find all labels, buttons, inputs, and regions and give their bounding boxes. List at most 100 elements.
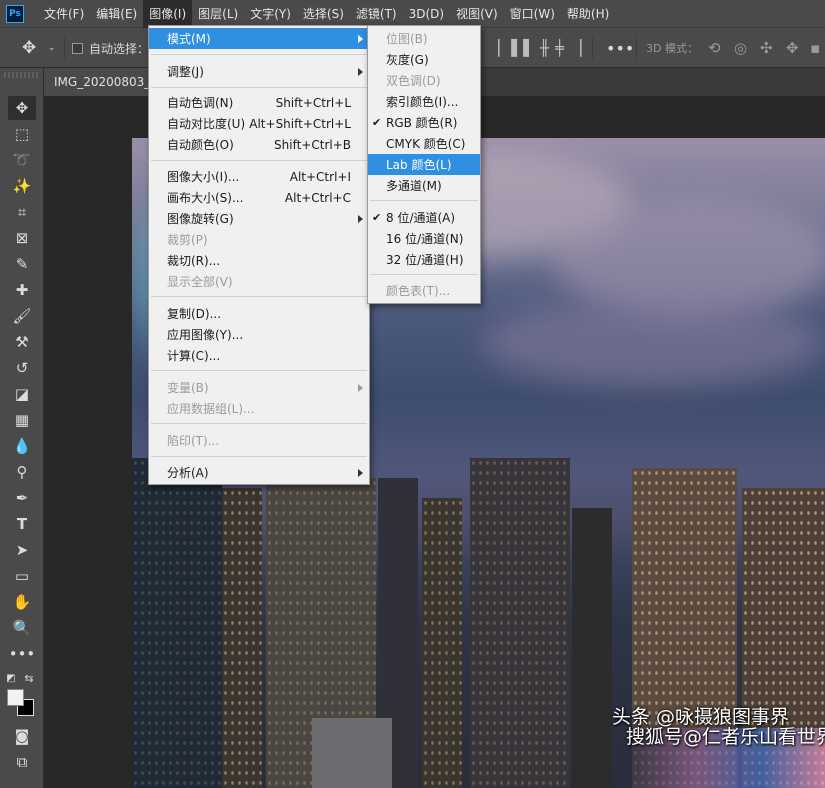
menu-item-label: 自动色调(N) (167, 96, 234, 110)
edit-toolbar-icon[interactable]: ••• (8, 642, 36, 666)
menu-item-label: 显示全部(V) (167, 275, 233, 289)
menu-item-label: 裁切(R)... (167, 254, 221, 268)
menu-item-mode[interactable]: 模式(M) (149, 28, 369, 49)
building (572, 508, 612, 788)
menu-item-label: 复制(D)... (167, 307, 222, 321)
eraser-tool-icon[interactable]: ◪ (8, 382, 36, 406)
menu-item-trap[interactable]: 陷印(T)... (149, 430, 369, 451)
menu-item-label: 自动对比度(U) (167, 117, 246, 131)
frame-tool-icon[interactable]: ⊠ (8, 226, 36, 250)
mode-item-rgb-color[interactable]: ✔ RGB 颜色(R) (368, 112, 480, 133)
move-tool-icon[interactable]: ✥ (8, 96, 36, 120)
menu-type[interactable]: 文字(Y) (244, 0, 297, 28)
menu-image[interactable]: 图像(I) (143, 0, 193, 28)
divider (64, 38, 65, 58)
menu-window[interactable]: 窗口(W) (504, 0, 561, 28)
menu-select[interactable]: 选择(S) (297, 0, 350, 28)
menu-item-auto-tone[interactable]: 自动色调(N) Shift+Ctrl+L (149, 92, 369, 113)
3d-roll-icon[interactable]: ◎ (734, 28, 747, 68)
menu-item-canvas-size[interactable]: 画布大小(S)... Alt+Ctrl+C (149, 187, 369, 208)
brush-tool-icon[interactable]: 🖌 (8, 304, 36, 328)
menu-help[interactable]: 帮助(H) (561, 0, 615, 28)
default-colors-icon[interactable]: ◩ (4, 666, 18, 690)
menu-item-shortcut: Alt+Ctrl+I (289, 169, 351, 184)
3d-pan-icon[interactable]: ✣ (760, 28, 773, 68)
eyedropper-tool-icon[interactable]: ✎ (8, 252, 36, 276)
menu-item-label: 应用图像(Y)... (167, 328, 244, 342)
menu-item-label: 计算(C)... (167, 349, 221, 363)
menu-item-adjustments[interactable]: 调整(J) (149, 61, 369, 82)
lasso-tool-icon[interactable]: ➰ (8, 148, 36, 172)
blur-tool-icon[interactable]: 💧 (8, 434, 36, 458)
history-brush-tool-icon[interactable]: ↺ (8, 356, 36, 380)
auto-select-checkbox[interactable] (72, 42, 83, 54)
menu-item-label: 分析(A) (167, 466, 209, 480)
menu-item-auto-color[interactable]: 自动颜色(O) Shift+Ctrl+B (149, 134, 369, 155)
distribute-icons[interactable]: ╫╪▕ (540, 28, 588, 68)
mode-item-32-bit[interactable]: 32 位/通道(H) (368, 249, 480, 270)
mode-item-8-bit[interactable]: ✔ 8 位/通道(A) (368, 207, 480, 228)
tools-panel: ✥ ⬚ ➰ ✨ ⌗ ⊠ ✎ ✚ 🖌 ⚒ ↺ ◪ ▦ 💧 ⚲ ✒ T ➤ ▭ ✋ … (0, 68, 44, 788)
path-selection-tool-icon[interactable]: ➤ (8, 538, 36, 562)
menu-item-auto-contrast[interactable]: 自动对比度(U) Alt+Shift+Ctrl+L (149, 113, 369, 134)
swap-colors-icon[interactable]: ⇆ (22, 666, 36, 690)
auto-select-option[interactable]: 自动选择： (72, 28, 149, 68)
menu-file[interactable]: 文件(F) (38, 0, 90, 28)
menu-item-image-rotation[interactable]: 图像旋转(G) (149, 208, 369, 229)
move-tool-preset-icon[interactable]: ✥ (22, 28, 36, 68)
mode-item-indexed-color[interactable]: 索引颜色(I)... (368, 91, 480, 112)
chevron-down-icon[interactable]: ⌄ (48, 28, 56, 68)
mode-item-bitmap[interactable]: 位图(B) (368, 28, 480, 49)
clone-stamp-tool-icon[interactable]: ⚒ (8, 330, 36, 354)
menu-item-apply-image[interactable]: 应用图像(Y)... (149, 324, 369, 345)
menu-item-reveal-all[interactable]: 显示全部(V) (149, 271, 369, 292)
quick-mask-icon[interactable]: ◙ (8, 724, 36, 748)
type-tool-icon[interactable]: T (8, 512, 36, 536)
menu-layer[interactable]: 图层(L) (192, 0, 244, 28)
more-options-icon[interactable]: ••• (606, 28, 634, 68)
photoshop-logo[interactable]: Ps (6, 4, 24, 23)
align-icons[interactable]: ▕▐▌ (488, 28, 541, 68)
menu-item-image-size[interactable]: 图像大小(I)... Alt+Ctrl+I (149, 166, 369, 187)
marquee-tool-icon[interactable]: ⬚ (8, 122, 36, 146)
menu-item-label: 图像旋转(G) (167, 212, 234, 226)
mode-item-grayscale[interactable]: 灰度(G) (368, 49, 480, 70)
3d-scale-icon[interactable]: ▪ (810, 28, 820, 68)
menu-item-apply-data-set[interactable]: 应用数据组(L)... (149, 398, 369, 419)
menu-item-trim[interactable]: 裁切(R)... (149, 250, 369, 271)
menu-item-label: Lab 颜色(L) (386, 158, 452, 172)
document-tab[interactable]: IMG_20200803_2 (44, 68, 154, 96)
watermark-line-2: 搜狐号@仁者乐山看世界 (626, 726, 825, 748)
divider (592, 38, 593, 58)
menu-item-calculations[interactable]: 计算(C)... (149, 345, 369, 366)
3d-orbit-icon[interactable]: ⟲ (708, 28, 721, 68)
submenu-arrow-icon (358, 34, 363, 43)
menu-item-variables[interactable]: 变量(B) (149, 377, 369, 398)
menu-filter[interactable]: 滤镜(T) (350, 0, 403, 28)
crop-tool-icon[interactable]: ⌗ (8, 200, 36, 224)
menu-item-duplicate[interactable]: 复制(D)... (149, 303, 369, 324)
mode-item-color-table[interactable]: 颜色表(T)... (368, 280, 480, 301)
mode-item-multichannel[interactable]: 多通道(M) (368, 175, 480, 196)
screen-mode-icon[interactable]: ⧉ (8, 750, 36, 774)
menu-item-analysis[interactable]: 分析(A) (149, 462, 369, 483)
menu-3d[interactable]: 3D(D) (403, 0, 450, 28)
rectangle-tool-icon[interactable]: ▭ (8, 564, 36, 588)
3d-slide-icon[interactable]: ✥ (786, 28, 799, 68)
hand-tool-icon[interactable]: ✋ (8, 590, 36, 614)
menu-view[interactable]: 视图(V) (450, 0, 504, 28)
mode-item-16-bit[interactable]: 16 位/通道(N) (368, 228, 480, 249)
mode-item-lab-color[interactable]: Lab 颜色(L) (368, 154, 480, 175)
menu-item-crop[interactable]: 裁剪(P) (149, 229, 369, 250)
menu-edit[interactable]: 编辑(E) (90, 0, 143, 28)
foreground-color-swatch[interactable] (7, 689, 24, 706)
dodge-tool-icon[interactable]: ⚲ (8, 460, 36, 484)
mode-item-duotone[interactable]: 双色调(D) (368, 70, 480, 91)
zoom-tool-icon[interactable]: 🔍 (8, 616, 36, 640)
magic-wand-tool-icon[interactable]: ✨ (8, 174, 36, 198)
pen-tool-icon[interactable]: ✒ (8, 486, 36, 510)
mode-item-cmyk-color[interactable]: CMYK 颜色(C) (368, 133, 480, 154)
healing-brush-tool-icon[interactable]: ✚ (8, 278, 36, 302)
panel-grip[interactable] (4, 72, 40, 78)
gradient-tool-icon[interactable]: ▦ (8, 408, 36, 432)
